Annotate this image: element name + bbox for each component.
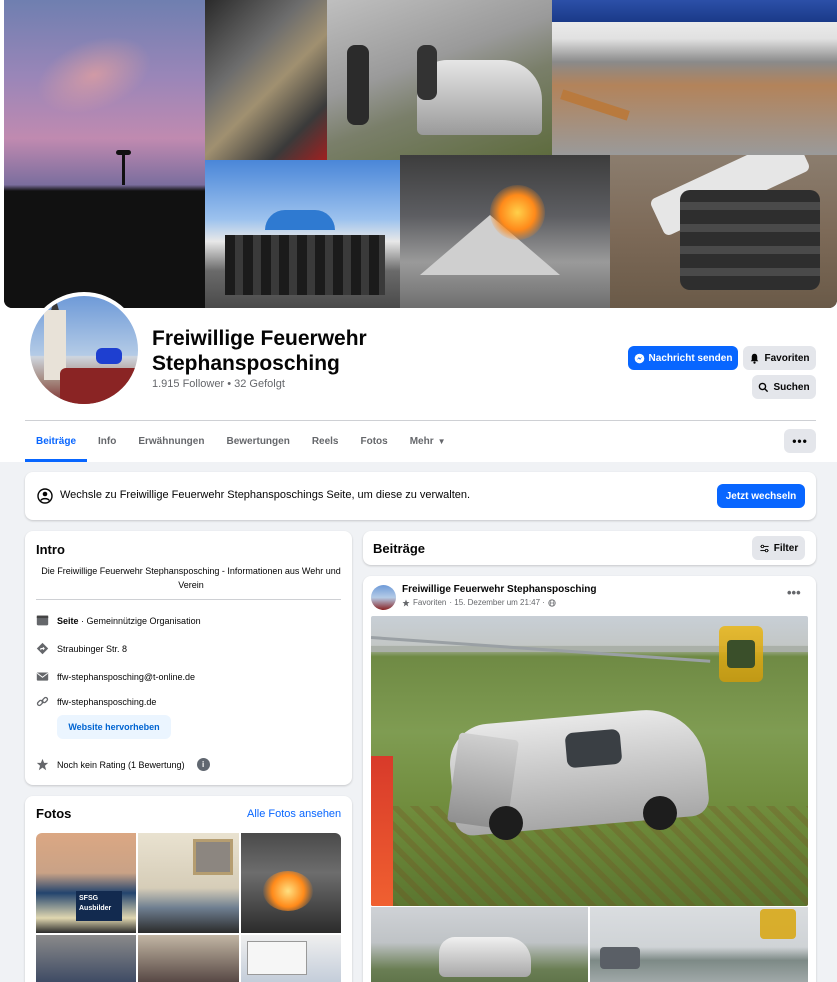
- photo-thumbnail[interactable]: [241, 833, 341, 933]
- messenger-icon: [634, 353, 644, 363]
- post-author-name[interactable]: Freiwillige Feuerwehr Stephansposching: [402, 584, 596, 595]
- send-message-label: Nachricht senden: [648, 352, 733, 364]
- post-card: Freiwillige Feuerwehr Stephansposching F…: [363, 576, 816, 982]
- search-icon: [759, 382, 769, 392]
- globe-icon: [548, 598, 556, 607]
- favorites-button[interactable]: Favoriten: [743, 346, 816, 370]
- post-image-secondary[interactable]: [371, 907, 588, 982]
- post-image-tertiary[interactable]: [590, 907, 808, 982]
- search-button[interactable]: Suchen: [752, 375, 816, 399]
- category-value: · Gemeinnützige Organisation: [78, 615, 201, 626]
- category-row: Seite · Gemeinnützige Organisation: [36, 614, 201, 627]
- cover-tile-equipment: [205, 0, 327, 160]
- switch-profile-icon: [37, 488, 53, 504]
- chevron-down-icon: ▼: [437, 437, 446, 446]
- switch-profile-banner: Wechsle zu Freiwillige Feuerwehr Stephan…: [25, 472, 816, 520]
- email-text[interactable]: ffw-stephansposching@t-online.de: [57, 672, 195, 682]
- tab-label: Fotos: [360, 436, 388, 447]
- page-title: Freiwillige Feuerwehr Stephansposching: [152, 327, 367, 375]
- profile-tabs: Beiträge Info Erwähnungen Bewertungen Re…: [25, 422, 457, 462]
- star-icon: [36, 758, 49, 771]
- filter-icon: [760, 544, 769, 552]
- photo-thumbnail[interactable]: [138, 935, 239, 982]
- cover-tile-sky: [4, 0, 205, 308]
- search-label: Suchen: [773, 381, 810, 393]
- tab-label: Bewertungen: [226, 436, 290, 447]
- address-icon: [36, 642, 49, 655]
- tab-fotos[interactable]: Fotos: [350, 422, 399, 461]
- photo-thumbnail[interactable]: [36, 935, 136, 982]
- photo-thumbnail[interactable]: SFSG Ausbilder: [36, 833, 136, 933]
- cover-tile-festival: [552, 0, 837, 155]
- tab-bewertungen[interactable]: Bewertungen: [215, 422, 300, 461]
- post-timestamp[interactable]: · 15. Dezember um 21:47 ·: [449, 598, 545, 607]
- posts-title: Beiträge: [373, 541, 426, 556]
- star-icon: [402, 599, 410, 606]
- page-header: Freiwillige Feuerwehr Stephansposching 1…: [0, 0, 837, 462]
- photo-thumbnail[interactable]: [138, 833, 239, 933]
- post-image-main[interactable]: [371, 616, 808, 906]
- photo-thumbnail[interactable]: [241, 935, 341, 982]
- post-menu-button[interactable]: •••: [787, 585, 801, 600]
- switch-profile-text: Wechsle zu Freiwillige Feuerwehr Stephan…: [60, 489, 471, 501]
- tab-label: Beiträge: [36, 436, 77, 447]
- cover-tile-parade: [205, 160, 400, 308]
- post-author-avatar[interactable]: [371, 585, 396, 610]
- info-icon[interactable]: i: [196, 758, 210, 771]
- photos-card: Fotos Alle Fotos ansehen SFSG Ausbilder: [25, 796, 352, 982]
- intro-description: Die Freiwillige Feuerwehr Stephansposchi…: [41, 566, 341, 590]
- photo-badge-text: SFSG Ausbilder: [76, 891, 122, 921]
- tab-label: Mehr: [409, 436, 434, 447]
- email-row[interactable]: ffw-stephansposching@t-online.de: [36, 670, 195, 683]
- cover-tile-sandbags: [610, 155, 837, 308]
- send-message-button[interactable]: Nachricht senden: [628, 346, 738, 370]
- tab-erwaehnungen[interactable]: Erwähnungen: [127, 422, 215, 461]
- category-label: Seite: [57, 615, 79, 626]
- intro-card: Intro Die Freiwillige Feuerwehr Stephans…: [25, 531, 352, 785]
- cover-photo[interactable]: [4, 0, 837, 308]
- intro-divider: [36, 599, 341, 600]
- rating-row: Noch kein Rating (1 Bewertung) i: [36, 758, 210, 771]
- rating-text: Noch kein Rating (1 Bewertung): [57, 759, 185, 770]
- tab-reels[interactable]: Reels: [301, 422, 350, 461]
- cover-tile-house-fire: [400, 155, 610, 308]
- address-text: Straubinger Str. 8: [57, 643, 128, 654]
- website-row[interactable]: ffw-stephansposching.de: [36, 695, 156, 708]
- see-all-photos-link[interactable]: Alle Fotos ansehen: [247, 808, 341, 820]
- page-icon: [36, 615, 49, 626]
- address-row: Straubinger Str. 8: [36, 642, 127, 655]
- intro-title: Intro: [36, 542, 65, 557]
- tab-info[interactable]: Info: [87, 422, 127, 461]
- link-icon: [36, 696, 49, 707]
- switch-now-button[interactable]: Jetzt wechseln: [717, 484, 805, 508]
- filter-label: Filter: [773, 542, 799, 554]
- post-meta: Favoriten · 15. Dezember um 21:47 ·: [402, 598, 556, 607]
- posts-header-card: Beiträge Filter: [363, 531, 816, 565]
- nav-divider: [25, 420, 816, 421]
- tab-label: Erwähnungen: [138, 436, 205, 447]
- email-icon: [36, 672, 49, 681]
- favorites-label: Favoriten: [764, 352, 810, 364]
- website-text[interactable]: ffw-stephansposching.de: [57, 697, 156, 707]
- bell-icon: [751, 353, 759, 364]
- highlight-website-button[interactable]: Website hervorheben: [57, 715, 171, 739]
- tab-label: Reels: [311, 436, 339, 447]
- more-options-button[interactable]: •••: [784, 429, 816, 453]
- follower-count[interactable]: 1.915 Follower • 32 Gefolgt: [152, 378, 285, 390]
- filter-button[interactable]: Filter: [752, 536, 805, 560]
- tab-mehr[interactable]: Mehr ▼: [399, 422, 457, 461]
- tab-label: Info: [98, 436, 117, 447]
- photos-title: Fotos: [36, 806, 72, 821]
- post-audience: Favoriten: [413, 598, 447, 607]
- profile-picture[interactable]: [26, 292, 142, 408]
- tab-beitraege[interactable]: Beiträge: [25, 422, 88, 462]
- cover-tile-car-fire: [327, 0, 552, 160]
